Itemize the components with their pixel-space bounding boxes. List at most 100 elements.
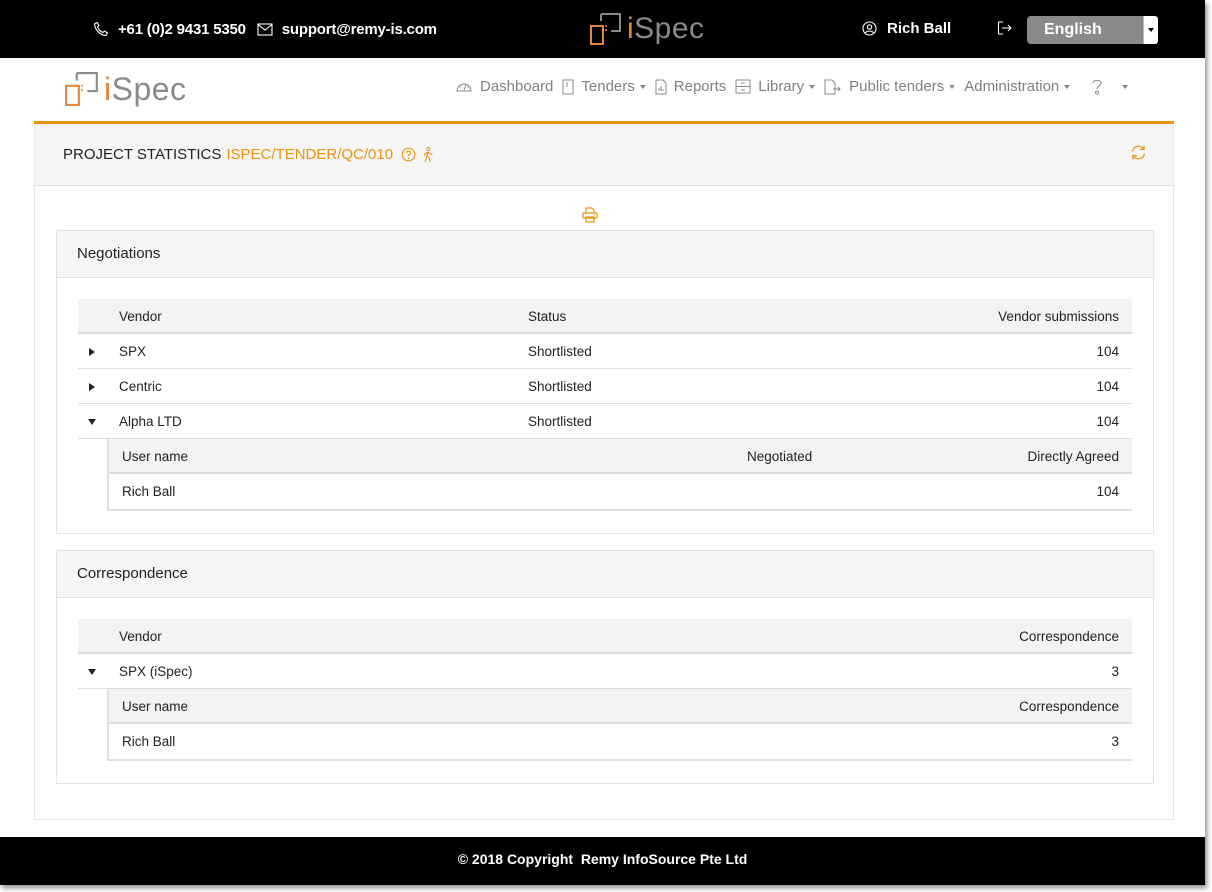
correspondence-count: 3 bbox=[1111, 734, 1119, 749]
nav-label: Library bbox=[758, 78, 805, 95]
user-menu[interactable]: Rich Ball bbox=[862, 20, 951, 37]
nav-administration[interactable]: Administration bbox=[964, 78, 1071, 95]
nav-help[interactable] bbox=[1091, 78, 1129, 95]
refresh-icon bbox=[1131, 145, 1146, 160]
column-header-submissions[interactable]: Vendor submissions bbox=[998, 309, 1119, 324]
table-row[interactable]: Alpha LTD Shortlisted 104 bbox=[78, 404, 1132, 439]
correspondence-subtable: User name Correspondence Rich Ball 3 bbox=[107, 689, 1132, 761]
table-row[interactable]: Centric Shortlisted 104 bbox=[78, 369, 1132, 404]
vendor-name: Alpha LTD bbox=[119, 414, 182, 429]
report-chart-icon bbox=[655, 79, 667, 95]
ispec-logo-icon bbox=[590, 13, 621, 45]
user-name: Rich Ball bbox=[122, 734, 176, 749]
column-header-user: User name bbox=[122, 449, 189, 464]
vendor-submissions: 104 bbox=[1096, 414, 1119, 429]
page-title: PROJECT STATISTICS ISPEC/TENDER/QC/010 bbox=[63, 146, 434, 163]
brand-name: iSpec bbox=[104, 71, 187, 107]
table-row[interactable]: SPX (iSpec) 3 bbox=[78, 654, 1132, 689]
negotiations-panel: Negotiations Vendor Status Vendor submis… bbox=[56, 230, 1154, 534]
panel-title: Negotiations bbox=[57, 231, 1153, 278]
vendor-name: SPX (iSpec) bbox=[119, 664, 193, 679]
brand-name: iSpec bbox=[627, 12, 705, 45]
vendor-name: Centric bbox=[119, 379, 162, 394]
copyright-text: © 2018 Copyright Remy InfoSource Pte Ltd bbox=[457, 851, 748, 867]
nav-label: Reports bbox=[673, 78, 727, 95]
vendor-status: Shortlisted bbox=[528, 379, 592, 394]
library-cabinet-icon bbox=[735, 79, 751, 94]
nav-logo[interactable]: iSpec bbox=[64, 72, 187, 106]
phone-icon bbox=[92, 20, 110, 38]
nav-menu: Dashboard Tenders Reports Library Public… bbox=[455, 78, 1137, 95]
caret-down-icon bbox=[949, 84, 956, 89]
correspondence-panel: Correspondence Vendor Correspondence SPX… bbox=[56, 550, 1154, 784]
column-header-correspondence: Correspondence bbox=[1019, 699, 1119, 714]
statistics-content: Negotiations Vendor Status Vendor submis… bbox=[34, 186, 1174, 820]
page-title-text: PROJECT STATISTICS bbox=[63, 146, 222, 163]
column-header-negotiated: Negotiated bbox=[747, 449, 813, 464]
nav-library[interactable]: Library bbox=[735, 78, 816, 95]
user-circle-icon bbox=[862, 21, 877, 36]
nav-label: Tenders bbox=[581, 78, 635, 95]
table-header: Vendor Status Vendor submissions bbox=[78, 299, 1132, 334]
nav-tenders[interactable]: Tenders bbox=[562, 78, 646, 95]
footer: © 2018 Copyright Remy InfoSource Pte Ltd bbox=[0, 837, 1205, 885]
document-icon bbox=[562, 79, 574, 95]
column-header-correspondence[interactable]: Correspondence bbox=[1019, 629, 1119, 644]
nav-public-tenders[interactable]: Public tenders bbox=[824, 78, 956, 95]
chevron-down-icon[interactable] bbox=[1143, 16, 1158, 44]
expand-icon[interactable] bbox=[89, 348, 95, 356]
negotiations-table: Vendor Status Vendor submissions SPX Sho… bbox=[78, 299, 1132, 511]
top-logo[interactable]: iSpec bbox=[589, 13, 705, 45]
subtable-header: User name Correspondence bbox=[109, 689, 1132, 724]
nav-label: Dashboard bbox=[480, 78, 554, 95]
help-circle-icon[interactable] bbox=[401, 147, 416, 162]
logout-icon bbox=[997, 21, 1012, 35]
top-bar: +61 (0)2 9431 5350 support@remy-is.com i… bbox=[0, 0, 1205, 58]
page-header: PROJECT STATISTICS ISPEC/TENDER/QC/010 bbox=[34, 124, 1174, 186]
column-header-vendor[interactable]: Vendor bbox=[119, 309, 162, 324]
nav-reports[interactable]: Reports bbox=[655, 78, 727, 95]
language-select[interactable]: English bbox=[1027, 16, 1158, 44]
column-header-status[interactable]: Status bbox=[528, 309, 566, 324]
phone-number[interactable]: +61 (0)2 9431 5350 bbox=[118, 21, 246, 38]
user-name: Rich Ball bbox=[887, 20, 952, 37]
refresh-button[interactable] bbox=[1130, 144, 1147, 164]
walkthrough-person-icon[interactable] bbox=[422, 146, 434, 163]
directly-agreed-value: 104 bbox=[1096, 484, 1119, 499]
language-value: English bbox=[1044, 21, 1102, 38]
dashboard-gauge-icon bbox=[455, 79, 473, 94]
nav-label: Public tenders bbox=[849, 78, 945, 95]
vendor-submissions: 104 bbox=[1096, 379, 1119, 394]
table-row[interactable]: SPX Shortlisted 104 bbox=[78, 334, 1132, 369]
printer-icon bbox=[582, 207, 598, 223]
column-header-user: User name bbox=[122, 699, 189, 714]
caret-down-icon bbox=[809, 84, 816, 89]
logout-button[interactable] bbox=[997, 21, 1013, 38]
support-email[interactable]: support@remy-is.com bbox=[282, 21, 437, 38]
nav-dashboard[interactable]: Dashboard bbox=[455, 78, 553, 95]
collapse-icon[interactable] bbox=[88, 669, 96, 675]
column-header-vendor[interactable]: Vendor bbox=[119, 629, 162, 644]
caret-down-icon bbox=[1064, 84, 1071, 89]
user-name: Rich Ball bbox=[122, 484, 176, 499]
caret-down-icon bbox=[639, 84, 646, 89]
expand-icon[interactable] bbox=[89, 383, 95, 391]
envelope-icon bbox=[256, 20, 274, 38]
nav-label: Administration bbox=[964, 78, 1060, 95]
app-window: +61 (0)2 9431 5350 support@remy-is.com i… bbox=[0, 0, 1205, 885]
panel-title: Correspondence bbox=[57, 551, 1153, 598]
correspondence-count: 3 bbox=[1111, 664, 1119, 679]
vendor-name: SPX bbox=[119, 344, 147, 359]
negotiations-subtable: User name Negotiated Directly Agreed Ric… bbox=[107, 439, 1132, 511]
subtable-header: User name Negotiated Directly Agreed bbox=[109, 439, 1132, 474]
vendor-status: Shortlisted bbox=[528, 344, 592, 359]
print-button[interactable] bbox=[582, 207, 598, 226]
collapse-icon[interactable] bbox=[88, 419, 96, 425]
contact-info: +61 (0)2 9431 5350 support@remy-is.com bbox=[92, 20, 447, 38]
project-code: ISPEC/TENDER/QC/010 bbox=[226, 146, 394, 163]
table-header: Vendor Correspondence bbox=[78, 619, 1132, 654]
ispec-logo-icon bbox=[65, 72, 98, 106]
caret-down-icon bbox=[1122, 84, 1129, 89]
vendor-submissions: 104 bbox=[1096, 344, 1119, 359]
main-navbar: iSpec Dashboard Tenders Reports Library … bbox=[0, 58, 1205, 122]
